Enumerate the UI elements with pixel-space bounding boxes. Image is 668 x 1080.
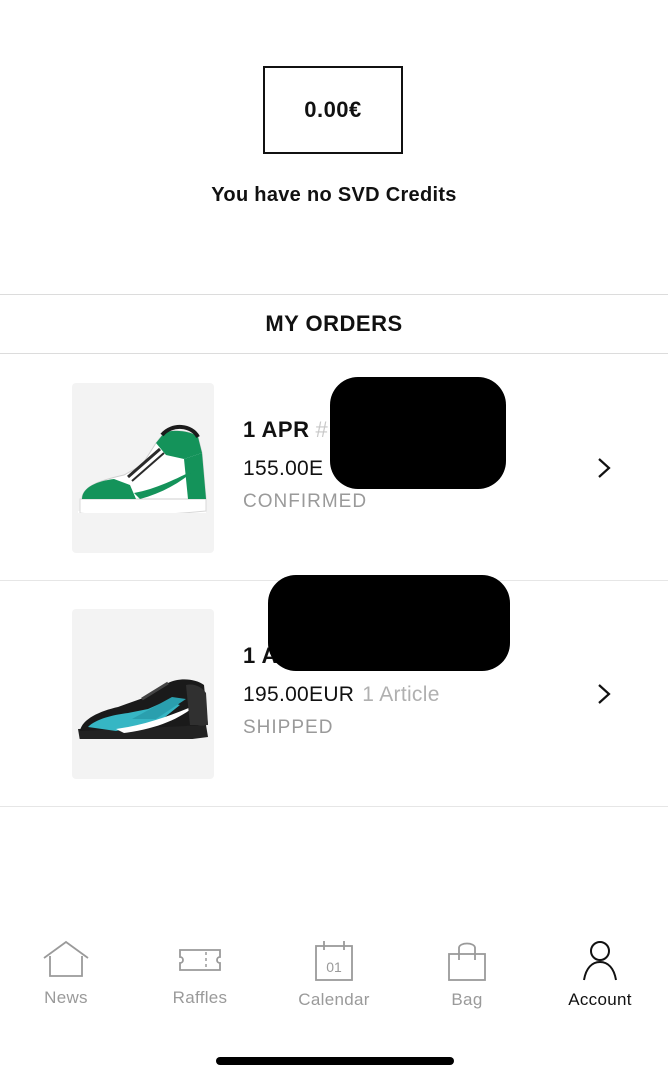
calendar-icon: 01 — [315, 941, 353, 981]
credit-amount: 0.00€ — [304, 97, 362, 122]
calendar-day-text: 01 — [326, 959, 342, 975]
tab-bag[interactable]: Bag — [407, 938, 527, 1010]
ticket-icon — [179, 949, 221, 971]
sneaker-high-top-image — [78, 425, 207, 513]
tab-label: News — [44, 988, 88, 1007]
shopping-bag-icon — [448, 942, 486, 981]
tab-raffles[interactable]: Raffles — [140, 938, 260, 1008]
chevron-right-icon[interactable] — [596, 683, 612, 705]
order-date: 1 APR — [243, 417, 310, 442]
order-price: 155.00E — [243, 457, 324, 480]
tab-label: Account — [568, 990, 632, 1009]
order-article-count: 1 Article — [362, 683, 440, 706]
bottom-tab-bar: News Raffles 01 Calendar Bag Account — [0, 938, 668, 1038]
section-title: MY ORDERS — [265, 311, 403, 336]
order-row[interactable]: 1 AP 195.00EUR 1 Article SHIPPED — [0, 575, 668, 807]
order-status: CONFIRMED — [243, 491, 368, 512]
tab-label: Bag — [451, 990, 483, 1009]
tab-news[interactable]: News — [6, 938, 126, 1008]
user-icon — [583, 941, 617, 981]
redaction-blot — [330, 377, 506, 489]
tab-account[interactable]: Account — [540, 938, 660, 1010]
order-status: SHIPPED — [243, 717, 334, 738]
product-thumbnail — [72, 609, 214, 779]
redaction-blot — [268, 575, 510, 671]
product-thumbnail — [72, 383, 214, 553]
order-row[interactable]: 1 APR # 155.00E CONFIRMED — [0, 355, 668, 581]
order-price-line: 195.00EUR 1 Article — [243, 675, 440, 715]
sneaker-low-top-image — [78, 679, 208, 739]
house-icon — [43, 940, 89, 977]
credit-message: You have no SVD Credits — [211, 184, 457, 206]
credit-balance-box: 0.00€ — [263, 66, 403, 154]
order-price: 195.00EUR — [243, 683, 355, 706]
home-indicator — [216, 1057, 454, 1065]
tab-label: Raffles — [172, 988, 228, 1007]
section-header: MY ORDERS — [0, 294, 668, 354]
tab-label: Calendar — [298, 990, 370, 1009]
tab-calendar[interactable]: 01 Calendar — [274, 938, 394, 1010]
order-number: # — [315, 417, 329, 442]
chevron-right-icon[interactable] — [596, 457, 612, 479]
